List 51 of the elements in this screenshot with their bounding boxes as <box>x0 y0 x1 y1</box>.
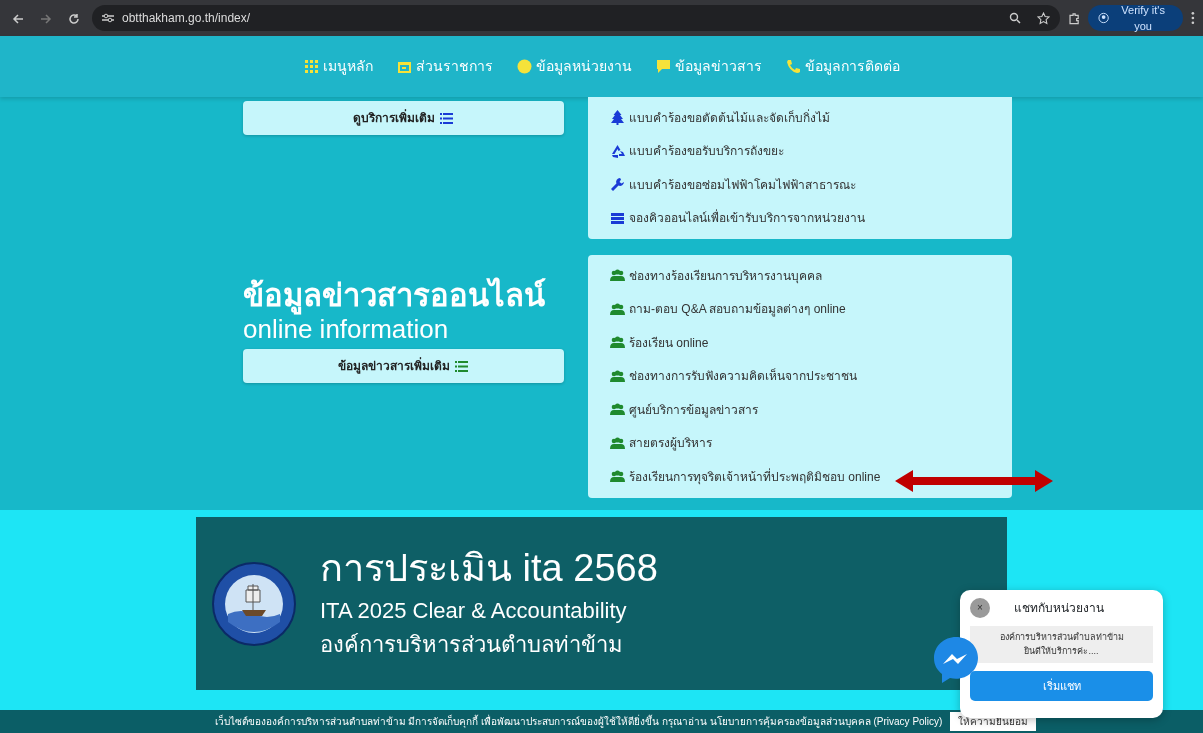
service-link[interactable]: ร้องเรียนการทุจริตเจ้าหน้าที่ประพฤติมิชอบ online <box>610 460 881 494</box>
users-icon <box>610 301 625 317</box>
list-icon <box>439 110 454 126</box>
profile-icon <box>1097 12 1109 24</box>
messenger-icon[interactable] <box>933 636 979 684</box>
extensions-icon[interactable] <box>1067 11 1080 25</box>
tree-icon <box>610 110 625 126</box>
service-link[interactable]: แบบคำร้องขอรับบริการถังขยะ <box>610 134 784 168</box>
users-icon <box>610 469 625 485</box>
phone-icon <box>785 59 801 74</box>
more-info-button[interactable]: ข้อมูลข่าวสารเพิ่มเติม <box>243 349 564 384</box>
service-link[interactable]: แบบคำร้องขอตัดต้นไม้และจัดเก็บกิ่งไม้ <box>610 101 830 135</box>
address-bar[interactable]: obtthakham.go.th/index/ <box>92 5 1060 31</box>
users-icon <box>610 402 625 418</box>
profile-button[interactable]: Verify it's you <box>1087 5 1184 31</box>
wrench-icon <box>610 177 625 193</box>
chat-title: แชทกับหน่วยงาน <box>1014 600 1104 617</box>
service-link[interactable]: ร้องเรียน online <box>610 326 709 360</box>
service-link[interactable]: สายตรงผู้บริหาร <box>610 426 712 460</box>
service-link[interactable]: ช่องทางร้องเรียนการบริหารงานบุคคล <box>610 259 822 293</box>
service-link[interactable]: ถาม-ตอบ Q&A สอบถามข้อมูลต่างๆ online <box>610 292 846 326</box>
section-subtitle: online information <box>243 314 449 346</box>
chat-icon <box>655 59 671 74</box>
users-icon <box>610 435 625 451</box>
zoom-icon[interactable] <box>1008 12 1021 24</box>
section-title: ข้อมูลข่าวสารออนไลน์ <box>243 277 547 315</box>
service-link[interactable]: แบบคำร้องขอซ่อมไฟฟ้าโคมไฟฟ้าสาธารณะ <box>610 168 856 202</box>
cookie-notice: เว็บไซต์ขององค์การบริหารส่วนตำบลท่าข้าม มีการจัดเก็บคุกกี้ เพื่อพัฒนาประสบการณ์ของผู้ใช้ให้ดียิ่งขึ้น กรุณาอ่าน นโยบายการคุ้มครองข้อมูลส่วนบุคคล (Privacy Policy) <box>214 714 943 729</box>
more-services-button[interactable]: ดูบริการเพิ่มเติม <box>243 101 564 135</box>
banner-title: การประเมิน ita 2568 <box>320 548 658 590</box>
users-icon <box>610 268 625 284</box>
chat-message: องค์การบริหารส่วนตำบลท่าข้าม ยินดีให้บริการค่ะ.... <box>970 626 1153 663</box>
calendar-icon <box>396 59 412 74</box>
star-icon[interactable] <box>1036 11 1050 25</box>
users-icon <box>610 368 625 384</box>
service-link[interactable]: ศูนย์บริการข้อมูลข่าวสาร <box>610 393 758 427</box>
info-icon <box>516 59 532 74</box>
grid-icon <box>303 59 319 74</box>
menu-icon[interactable] <box>1191 11 1195 25</box>
users-icon <box>610 335 625 351</box>
emblem-icon <box>212 561 296 646</box>
close-button[interactable]: × <box>970 598 990 618</box>
site-settings-icon[interactable] <box>102 13 114 23</box>
list-icon <box>454 358 469 374</box>
banner-subtitle: ITA 2025 Clear & Accountability <box>320 598 628 625</box>
banner-organization: องค์การบริหารส่วนตำบลท่าข้าม <box>320 632 624 659</box>
list-icon <box>610 210 625 226</box>
service-link[interactable]: ช่องทางการรับฟังความคิดเห็นจากประชาชน <box>610 359 857 393</box>
url-text: obtthakham.go.th/index/ <box>122 10 251 27</box>
service-link[interactable]: จองคิวออนไลน์เพื่อเข้ารับบริการจากหน่วยงาน <box>610 201 865 235</box>
recycle-icon <box>610 143 625 159</box>
